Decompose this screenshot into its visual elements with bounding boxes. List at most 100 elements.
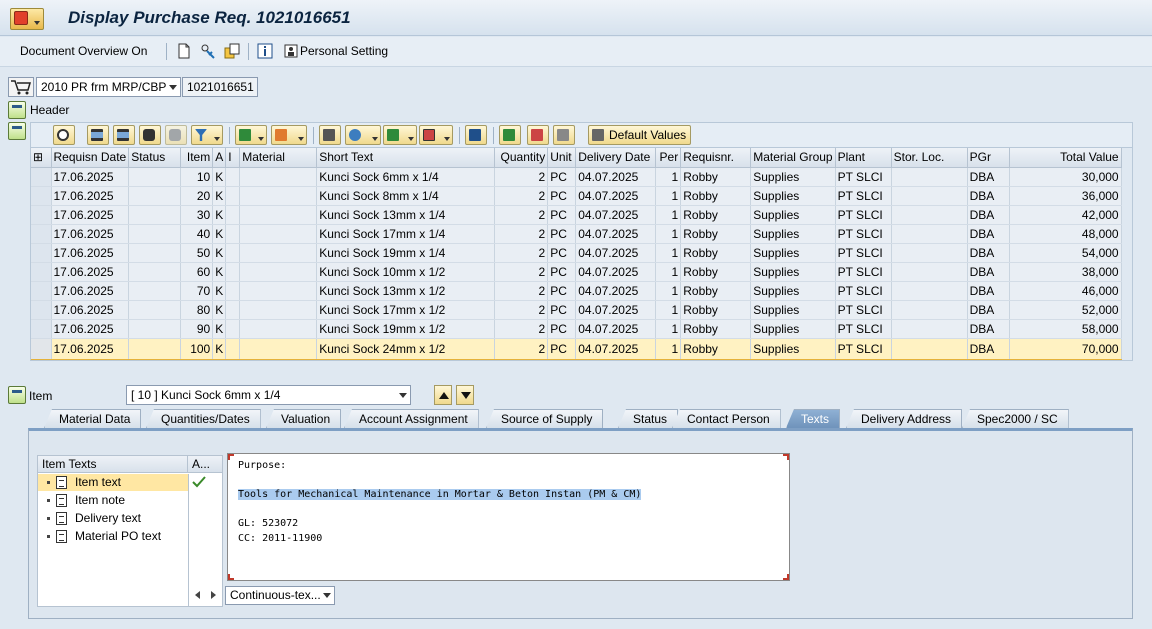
column-header[interactable]: Item — [180, 148, 214, 168]
table-cell-quantity: 2 — [494, 186, 549, 206]
table-cell-material — [239, 262, 318, 282]
column-header[interactable]: Plant — [835, 148, 892, 168]
tab-source-of-supply[interactable]: Source of Supply — [486, 409, 604, 428]
tab-contact-person[interactable]: Contact Person — [672, 409, 781, 428]
table-cell-item: 90 — [180, 319, 214, 339]
column-header[interactable]: Per — [655, 148, 682, 168]
tab-account-assignment[interactable]: Account Assignment — [344, 409, 479, 428]
tab-texts[interactable]: Texts — [786, 409, 841, 428]
collapse-items-icon[interactable] — [8, 122, 26, 140]
scroll-left-icon[interactable] — [195, 591, 200, 599]
row-selector[interactable] — [31, 319, 52, 339]
views-button[interactable] — [345, 125, 381, 145]
table-cell-short-text: Kunci Sock 17mm x 1/4 — [316, 224, 496, 244]
find-button[interactable] — [139, 125, 161, 145]
row-selector[interactable] — [31, 281, 52, 301]
row-selector[interactable] — [31, 186, 52, 206]
tree-item-material-po-text[interactable]: Material PO text — [38, 528, 188, 545]
sort-descending-button[interactable] — [113, 125, 135, 145]
tab-spec2000-sc[interactable]: Spec2000 / SC — [962, 409, 1069, 428]
new-document-icon[interactable] — [176, 43, 192, 59]
item-select[interactable]: [ 10 ] Kunci Sock 6mm x 1/4 — [126, 385, 411, 405]
row-selector[interactable] — [31, 243, 52, 263]
table-row[interactable]: 17.06.2025 90 K Kunci Sock 19mm x 1/2 2 PC 04.… — [31, 319, 1122, 339]
tab-valuation[interactable]: Valuation — [266, 409, 342, 428]
delete-line-button[interactable] — [527, 125, 549, 145]
settings-icon — [592, 129, 604, 141]
tree-item-item-note[interactable]: Item note — [38, 492, 188, 509]
total-button[interactable] — [235, 125, 267, 145]
table-row[interactable]: 17.06.2025 80 K Kunci Sock 17mm x 1/2 2 PC 04.… — [31, 300, 1122, 320]
personal-setting-button[interactable]: Personal Setting — [300, 44, 388, 58]
document-overview-button[interactable]: Document Overview On — [20, 44, 147, 58]
lock-button[interactable] — [553, 125, 575, 145]
row-selector[interactable] — [31, 205, 52, 225]
tree-item-delivery-text[interactable]: Delivery text — [38, 510, 188, 527]
copy-line-button[interactable] — [499, 125, 521, 145]
column-header[interactable]: Delivery Date — [575, 148, 657, 168]
column-header[interactable]: PGr — [967, 148, 1010, 168]
find-next-button[interactable] — [165, 125, 187, 145]
column-header[interactable]: Status — [128, 148, 182, 168]
column-header[interactable]: Material — [239, 148, 318, 168]
other-document-icon[interactable] — [224, 43, 240, 59]
table-row[interactable]: 17.06.2025 50 K Kunci Sock 19mm x 1/4 2 PC 04.… — [31, 243, 1122, 263]
table-cell-delivery-date: 04.07.2025 — [575, 205, 657, 225]
table-row[interactable]: 17.06.2025 40 K Kunci Sock 17mm x 1/4 2 PC 04.… — [31, 224, 1122, 244]
collapse-item-icon[interactable] — [8, 386, 26, 404]
tab-material-data[interactable]: Material Data — [44, 409, 142, 428]
table-cell-a: K — [212, 167, 227, 187]
column-header[interactable]: Material Group — [750, 148, 836, 168]
row-selector[interactable] — [31, 167, 52, 187]
personal-setting-icon[interactable] — [283, 43, 299, 59]
display-change-icon[interactable] — [200, 43, 216, 59]
cart-icon[interactable] — [8, 77, 34, 97]
row-selector[interactable] — [31, 262, 52, 282]
column-header[interactable]: A — [212, 148, 227, 168]
table-row[interactable]: 17.06.2025 70 K Kunci Sock 13mm x 1/2 2 PC 04.… — [31, 281, 1122, 301]
column-header[interactable]: Unit — [547, 148, 577, 168]
menu-icon[interactable] — [10, 8, 44, 30]
tab-status[interactable]: Status — [618, 409, 679, 428]
column-header[interactable]: Stor. Loc. — [891, 148, 968, 168]
column-header[interactable]: Short Text — [316, 148, 496, 168]
sort-ascending-button[interactable] — [87, 125, 109, 145]
scroll-right-icon[interactable] — [211, 591, 216, 599]
table-row[interactable]: 17.06.2025 10 K Kunci Sock 6mm x 1/4 2 PC 04.0… — [31, 167, 1122, 187]
row-selector[interactable] — [31, 337, 52, 360]
previous-item-button[interactable] — [434, 385, 452, 405]
layout-button[interactable] — [419, 125, 453, 145]
table-row[interactable]: 17.06.2025 100 K Kunci Sock 24mm x 1/2 2 PC 04… — [31, 337, 1122, 360]
table-cell-unit: PC — [547, 300, 577, 320]
table-row[interactable]: 17.06.2025 20 K Kunci Sock 8mm x 1/4 2 PC 04.0… — [31, 186, 1122, 206]
print-button[interactable] — [319, 125, 341, 145]
info-icon[interactable] — [257, 43, 273, 59]
next-item-button[interactable] — [456, 385, 474, 405]
export-button[interactable] — [383, 125, 417, 145]
tree-item-item-text[interactable]: Item text — [38, 474, 188, 491]
select-all-icon[interactable]: ⊞ — [31, 148, 52, 168]
sort-ascending-icon — [91, 129, 103, 141]
default-values-button[interactable]: Default Values — [588, 125, 692, 145]
info-button[interactable] — [465, 125, 487, 145]
row-selector[interactable] — [31, 300, 52, 320]
table-row[interactable]: 17.06.2025 60 K Kunci Sock 10mm x 1/2 2 PC 04.… — [31, 262, 1122, 282]
tab-delivery-address[interactable]: Delivery Address — [846, 409, 963, 428]
row-selector[interactable] — [31, 224, 52, 244]
column-header[interactable]: I — [225, 148, 241, 168]
tab-quantities-dates[interactable]: Quantities/Dates — [146, 409, 261, 428]
details-button[interactable] — [53, 125, 75, 145]
subtotal-button[interactable] — [271, 125, 307, 145]
column-header[interactable]: Total Value — [1009, 148, 1122, 168]
text-editor[interactable]: Purpose: Tools for Mechanical Maintenance… — [227, 453, 790, 581]
column-header[interactable]: Quantity — [494, 148, 549, 168]
text-format-select[interactable]: Continuous-tex... — [225, 586, 335, 605]
expand-header-icon[interactable] — [8, 101, 26, 119]
document-type-select[interactable]: 2010 PR frm MRP/CBP — [36, 77, 181, 97]
filter-button[interactable] — [191, 125, 223, 145]
table-row[interactable]: 17.06.2025 30 K Kunci Sock 13mm x 1/4 2 PC 04.… — [31, 205, 1122, 225]
document-number-field[interactable]: 1021016651 — [182, 77, 258, 97]
column-header[interactable]: Requisn Date — [51, 148, 130, 168]
column-header[interactable]: Requisnr. — [680, 148, 752, 168]
items-table: ⊞ Requisn Date Status Item A I Material Short … — [31, 148, 1122, 360]
